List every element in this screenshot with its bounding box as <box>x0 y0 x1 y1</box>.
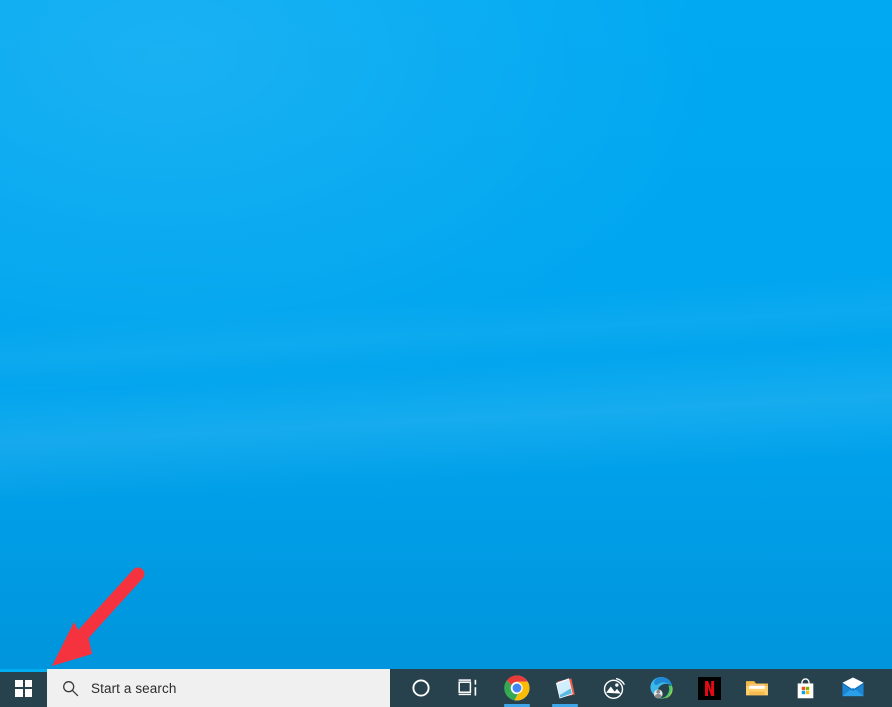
sticky-notes-icon <box>555 677 575 699</box>
desktop-wallpaper[interactable] <box>0 0 892 669</box>
mail-icon <box>842 677 864 697</box>
chrome-icon <box>504 675 530 701</box>
search-placeholder-text: Start a search <box>91 680 177 696</box>
taskbar-item-file-explorer[interactable] <box>733 669 781 707</box>
netflix-icon <box>697 676 721 700</box>
taskbar-item-sticky-notes[interactable] <box>541 669 589 707</box>
photos-icon <box>603 677 625 699</box>
taskbar-icon-strip <box>390 669 892 707</box>
wallpaper-light-streak <box>0 330 892 510</box>
cortana-circle-icon <box>412 679 430 697</box>
taskbar: Start a search <box>0 669 892 707</box>
start-button[interactable] <box>0 669 47 707</box>
taskbar-item-google-chrome[interactable] <box>493 669 541 707</box>
start-button-accent-bar <box>0 669 47 672</box>
taskbar-item-netflix[interactable] <box>685 669 733 707</box>
taskbar-item-microsoft-store[interactable] <box>781 669 829 707</box>
wallpaper-light-streak-upper <box>0 267 892 403</box>
taskbar-item-task-view[interactable] <box>445 669 493 707</box>
taskbar-item-mail[interactable] <box>829 669 877 707</box>
wallpaper-bottom-shade <box>0 414 892 669</box>
taskbar-item-photos[interactable] <box>589 669 637 707</box>
task-view-icon <box>458 679 477 696</box>
file-explorer-icon <box>746 681 768 696</box>
microsoft-store-icon <box>797 677 813 698</box>
wallpaper-glow <box>0 0 803 435</box>
windows-logo-icon <box>15 679 32 697</box>
edge-icon <box>650 677 673 699</box>
search-input[interactable]: Start a search <box>47 669 390 707</box>
taskbar-item-cortana[interactable] <box>397 669 445 707</box>
taskbar-item-microsoft-edge[interactable] <box>637 669 685 707</box>
search-icon <box>63 680 79 696</box>
